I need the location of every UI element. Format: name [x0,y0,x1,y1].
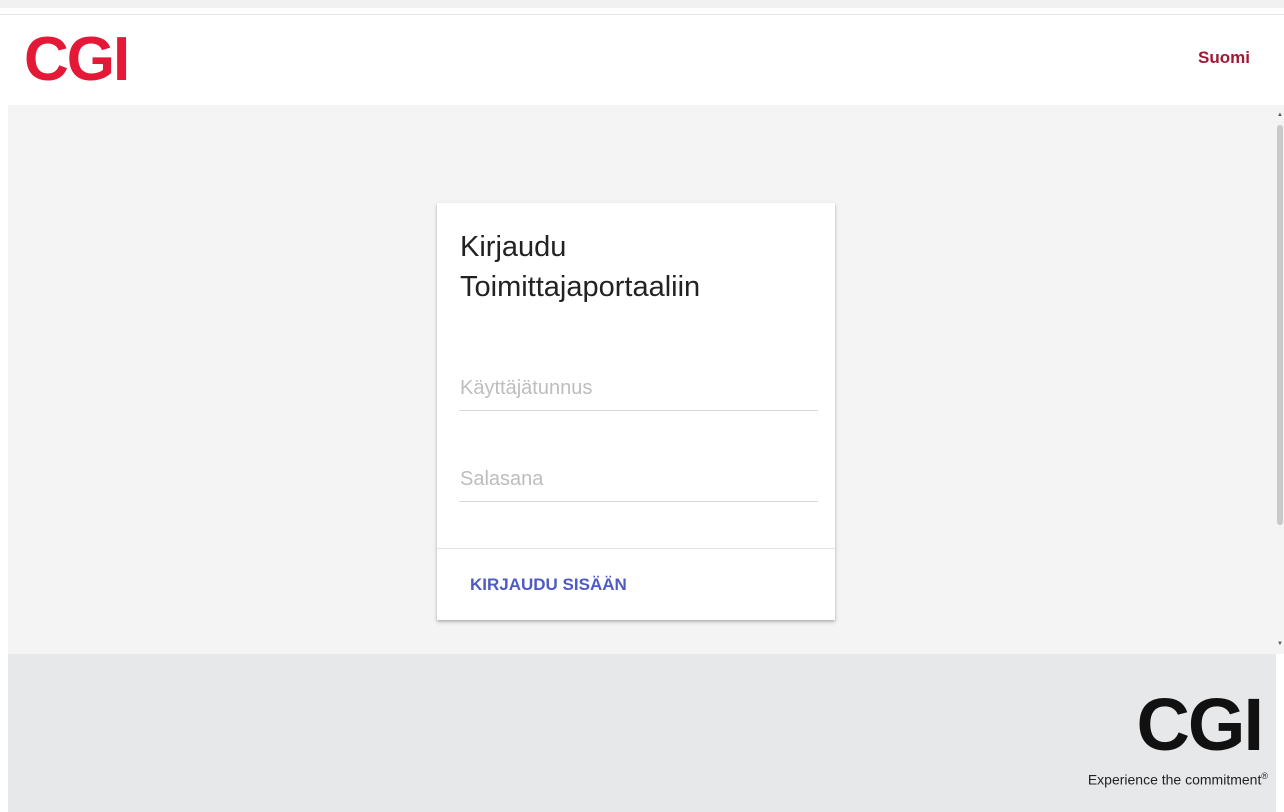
site-header: CGI Suomi [8,15,1276,105]
cgi-logo[interactable]: CGI [24,29,130,91]
login-button[interactable]: KIRJAUDU SISÄÄN [461,565,636,605]
username-input[interactable] [459,370,818,411]
browser-top-strip [0,0,1284,15]
scroll-up-arrow-icon[interactable]: ▲ [1277,111,1283,119]
footer-cgi-logo: CGI [1136,683,1264,766]
card-divider [437,548,835,549]
password-input[interactable] [459,461,818,502]
language-selector-link[interactable]: Suomi [1198,48,1250,68]
site-footer: CGI Experience the commitment® [8,654,1276,812]
main-content: Kirjaudu Toimittajaportaaliin KIRJAUDU S… [8,105,1276,654]
scroll-down-arrow-icon[interactable]: ▼ [1277,640,1283,648]
login-card: Kirjaudu Toimittajaportaaliin KIRJAUDU S… [437,203,835,620]
scrollbar-thumb[interactable] [1277,125,1283,525]
registered-mark: ® [1261,771,1268,781]
login-title: Kirjaudu Toimittajaportaaliin [460,231,701,303]
footer-tagline: Experience the commitment® [1088,771,1268,788]
tagline-text: Experience the commitment [1087,771,1262,788]
page-scrollbar[interactable]: ▲ ▼ [1276,105,1284,654]
